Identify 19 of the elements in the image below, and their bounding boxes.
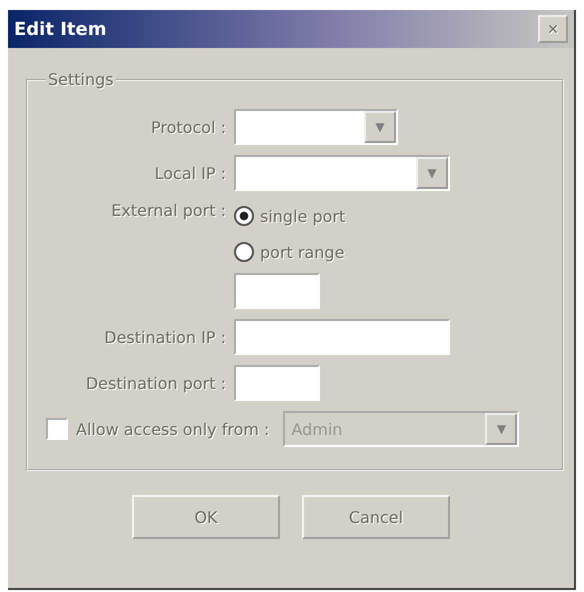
radio-option[interactable]: port range (234, 237, 346, 267)
window-title: Edit Item (14, 18, 106, 40)
ip-dropdown[interactable]: ▼ (234, 155, 450, 191)
dialog-button[interactable]: Cancel (302, 495, 450, 539)
field-label: External port : (110, 201, 226, 220)
field-label: Destination IP : (103, 328, 226, 346)
field-label: Protocol : (150, 118, 226, 136)
radio-option[interactable]: single port (234, 201, 346, 231)
protocol-dropdown[interactable]: ▼ (234, 109, 398, 145)
field-label: Local IP : (154, 164, 226, 182)
group-title: Settings (47, 70, 115, 89)
port-input[interactable] (234, 365, 320, 401)
ip-input[interactable] (234, 319, 450, 355)
radio-icon[interactable] (234, 206, 254, 226)
radio-icon[interactable] (234, 242, 254, 262)
port-input[interactable] (234, 273, 320, 309)
field-label: Destination port : (84, 374, 226, 392)
close-button[interactable]: × (538, 15, 568, 43)
dialog-button[interactable]: OK (132, 495, 280, 539)
